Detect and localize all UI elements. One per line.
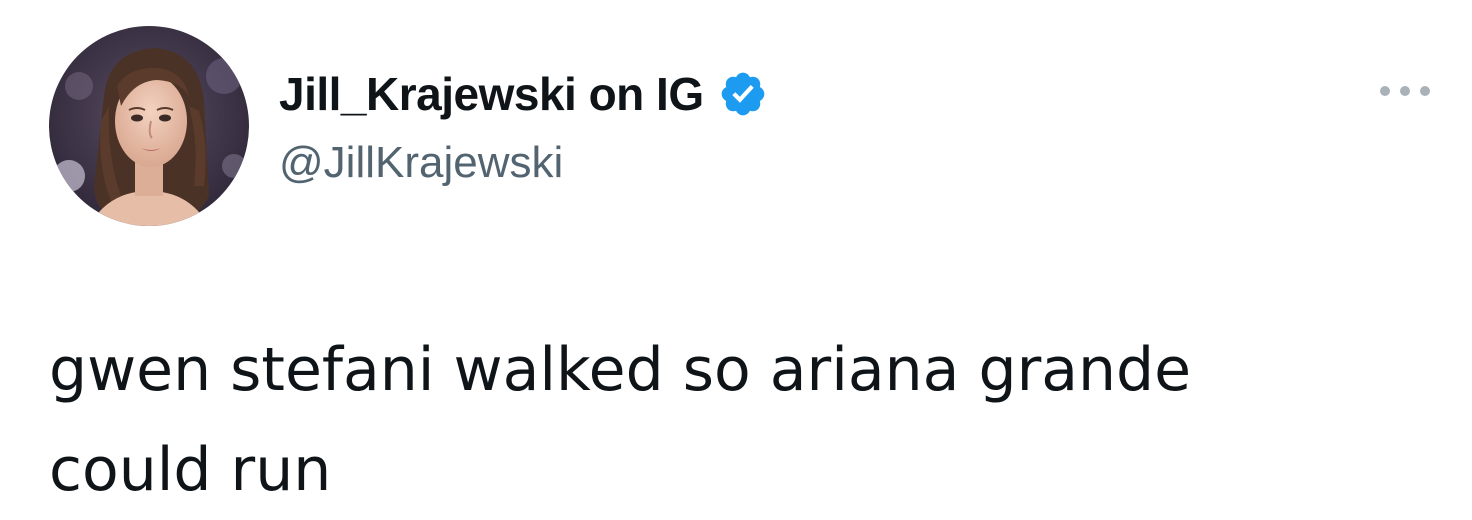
author-avatar[interactable]	[49, 26, 249, 226]
tweet-card: Jill_Krajewski on IG @JillKrajewski gwen…	[0, 0, 1472, 520]
author-handle[interactable]: @JillKrajewski	[279, 138, 563, 188]
tweet-text: gwen stefani walked so ariana grande cou…	[49, 335, 1192, 505]
author-display-name[interactable]: Jill_Krajewski on IG	[279, 67, 704, 121]
author-name-row: Jill_Krajewski on IG	[279, 62, 768, 126]
avatar-photo-icon	[49, 26, 249, 226]
more-options-icon	[1380, 86, 1430, 96]
verified-badge-icon	[718, 69, 768, 119]
more-options-button[interactable]	[1370, 76, 1440, 106]
